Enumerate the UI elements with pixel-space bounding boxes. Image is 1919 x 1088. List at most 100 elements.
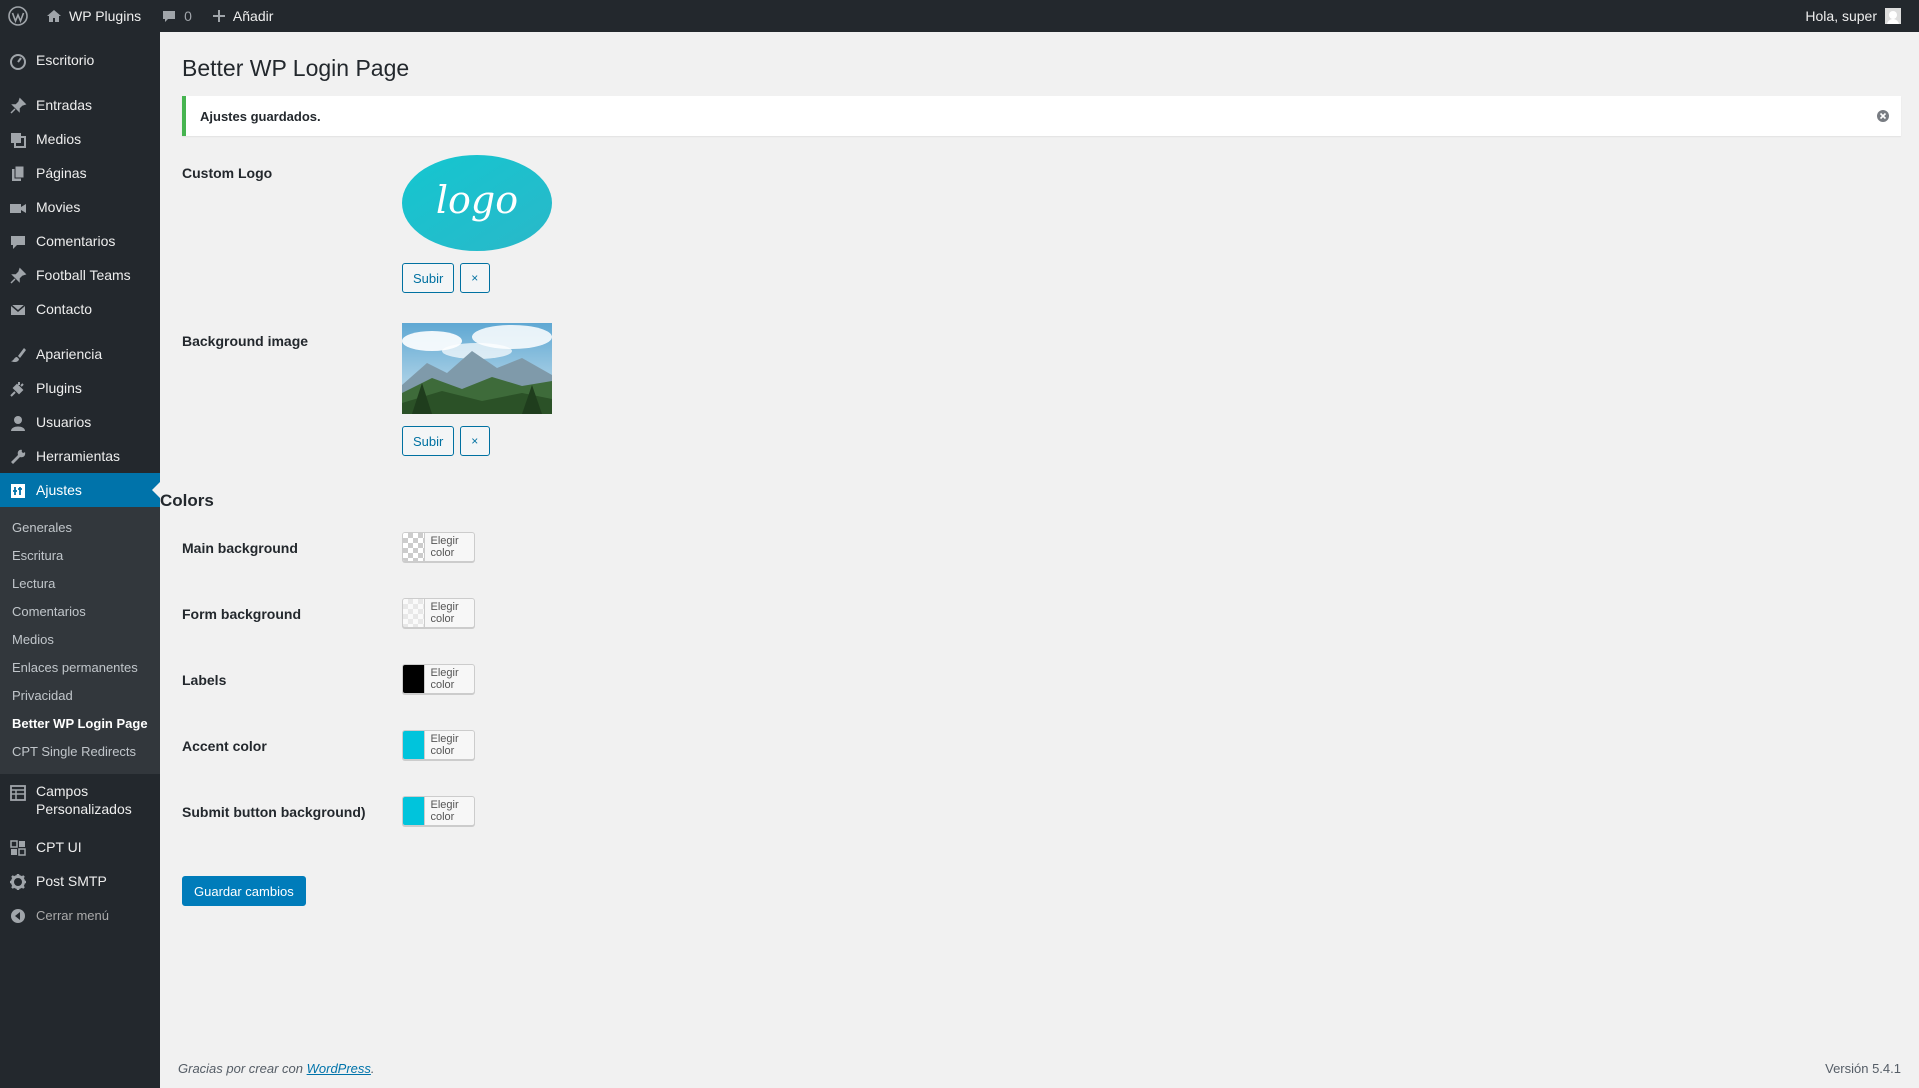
upload-background-button[interactable]: Subir xyxy=(402,426,455,456)
choose-color-label: Elegir color xyxy=(423,731,475,759)
media-icon xyxy=(9,131,27,149)
menu-label: Usuarios xyxy=(36,414,92,430)
remove-background-button[interactable]: × xyxy=(459,426,490,456)
menu-label: CPT UI xyxy=(36,839,82,855)
comment-icon xyxy=(9,233,27,251)
menu-tools[interactable]: Herramientas xyxy=(0,439,160,473)
menu-label: Campos Personalizados xyxy=(36,783,132,817)
menu-label: Apariencia xyxy=(36,346,103,362)
dismiss-notice-icon[interactable] xyxy=(1873,106,1893,126)
menu-movies[interactable]: Movies xyxy=(0,190,160,224)
admin-bar: WP Plugins 0 Añadir Hola, super xyxy=(0,0,1919,32)
submenu-general[interactable]: Generales xyxy=(0,514,160,542)
user-greeting: Hola, super xyxy=(1805,8,1877,24)
settings-icon xyxy=(9,482,27,500)
menu-media[interactable]: Medios xyxy=(0,122,160,156)
avatar xyxy=(1885,8,1901,24)
menu-posts[interactable]: Entradas xyxy=(0,88,160,122)
logo-text: logo xyxy=(436,178,518,222)
menu-dashboard[interactable]: Escritorio xyxy=(0,43,160,77)
menu-label: Entradas xyxy=(36,97,93,113)
menu-label: Escritorio xyxy=(36,52,95,68)
color-picker-button[interactable]: Elegir color xyxy=(402,796,476,826)
color-swatch xyxy=(403,533,424,561)
submenu-permalinks[interactable]: Enlaces permanentes xyxy=(0,654,160,682)
submenu-better-wp-login-page[interactable]: Better WP Login Page xyxy=(0,710,160,738)
menu-label: Movies xyxy=(36,199,81,215)
main-content: Better WP Login Page Ajustes guardados. … xyxy=(160,32,1919,1088)
submenu-writing[interactable]: Escritura xyxy=(0,542,160,570)
table-icon xyxy=(9,784,27,802)
menu-users[interactable]: Usuarios xyxy=(0,405,160,439)
background-image-field: Subir × xyxy=(402,323,552,456)
submenu-media[interactable]: Medios xyxy=(0,626,160,654)
remove-logo-button[interactable]: × xyxy=(459,263,490,293)
menu-cpt-ui[interactable]: CPT UI xyxy=(0,830,160,864)
menu-label: Football Teams xyxy=(36,267,131,283)
menu-plugins[interactable]: Plugins xyxy=(0,371,160,405)
menu-pages[interactable]: Páginas xyxy=(0,156,160,190)
menu-label: Herramientas xyxy=(36,448,121,464)
submenu-discussion[interactable]: Comentarios xyxy=(0,598,160,626)
color-picker-button[interactable]: Elegir color xyxy=(402,730,476,760)
pin-icon xyxy=(9,97,27,115)
wordpress-link[interactable]: WordPress xyxy=(307,1061,371,1076)
color-swatch xyxy=(403,731,424,759)
menu-post-smtp[interactable]: Post SMTP xyxy=(0,864,160,898)
save-changes-button[interactable]: Guardar cambios xyxy=(182,876,306,906)
submenu-cpt-single-redirects[interactable]: CPT Single Redirects xyxy=(0,738,160,766)
color-label: Main background xyxy=(182,540,298,556)
choose-color-label: Elegir color xyxy=(423,599,475,627)
menu-settings[interactable]: Ajustes xyxy=(0,473,160,507)
custom-logo-field: logo Subir × xyxy=(402,155,552,293)
color-swatch xyxy=(403,665,424,693)
menu-label: Plugins xyxy=(36,380,82,396)
color-label: Form background xyxy=(182,606,302,622)
gear-icon xyxy=(9,873,27,891)
menu-contact[interactable]: Contacto xyxy=(0,292,160,326)
settings-submenu: Generales Escritura Lectura Comentarios … xyxy=(0,507,160,774)
upload-logo-button[interactable]: Subir xyxy=(402,263,455,293)
submenu-reading[interactable]: Lectura xyxy=(0,570,160,598)
choose-color-label: Elegir color xyxy=(423,665,475,693)
comments-count: 0 xyxy=(184,8,192,24)
menu-football-teams[interactable]: Football Teams xyxy=(0,258,160,292)
admin-sidebar: Escritorio Entradas Medios Páginas Movie… xyxy=(0,32,160,1088)
menu-label: Contacto xyxy=(36,301,93,317)
color-picker-button[interactable]: Elegir color xyxy=(402,532,476,562)
color-label: Labels xyxy=(182,672,227,688)
menu-appearance[interactable]: Apariencia xyxy=(0,337,160,371)
success-notice: Ajustes guardados. xyxy=(182,96,1901,136)
add-new-link[interactable]: Añadir xyxy=(202,0,283,32)
comments-link[interactable]: 0 xyxy=(151,0,202,32)
color-swatch xyxy=(403,797,424,825)
menu-comments[interactable]: Comentarios xyxy=(0,224,160,258)
home-icon xyxy=(46,8,62,24)
notice-text: Ajustes guardados. xyxy=(200,108,321,124)
color-picker-button[interactable]: Elegir color xyxy=(402,598,476,628)
pages-icon xyxy=(9,165,27,183)
color-picker-button[interactable]: Elegir color xyxy=(402,664,476,694)
wordpress-logo-icon[interactable] xyxy=(0,0,36,32)
collapse-menu-button[interactable]: Cerrar menú xyxy=(0,898,160,932)
site-name: WP Plugins xyxy=(69,8,142,24)
dashboard-icon xyxy=(9,52,27,70)
page-title: Better WP Login Page xyxy=(182,55,410,81)
footer-version: Versión 5.4.1 xyxy=(1825,1060,1901,1076)
background-image-label: Background image xyxy=(182,333,309,349)
colors-heading: Colors xyxy=(160,491,214,510)
pin-icon xyxy=(9,267,27,285)
wrench-icon xyxy=(9,448,27,466)
footer-thanks-prefix: Gracias por crear con xyxy=(178,1060,307,1076)
submenu-privacy[interactable]: Privacidad xyxy=(0,682,160,710)
comment-icon xyxy=(161,8,177,24)
custom-logo-label: Custom Logo xyxy=(182,165,273,181)
footer-thanks-suffix: . xyxy=(370,1060,375,1076)
user-account-menu[interactable]: Hola, super xyxy=(1795,0,1911,32)
menu-custom-fields[interactable]: Campos Personalizados xyxy=(0,774,160,826)
site-name-link[interactable]: WP Plugins xyxy=(36,0,151,32)
plus-icon xyxy=(212,9,226,23)
menu-label: Páginas xyxy=(36,165,87,181)
menu-label: Cerrar menú xyxy=(36,907,109,923)
menu-label: Comentarios xyxy=(36,233,116,249)
